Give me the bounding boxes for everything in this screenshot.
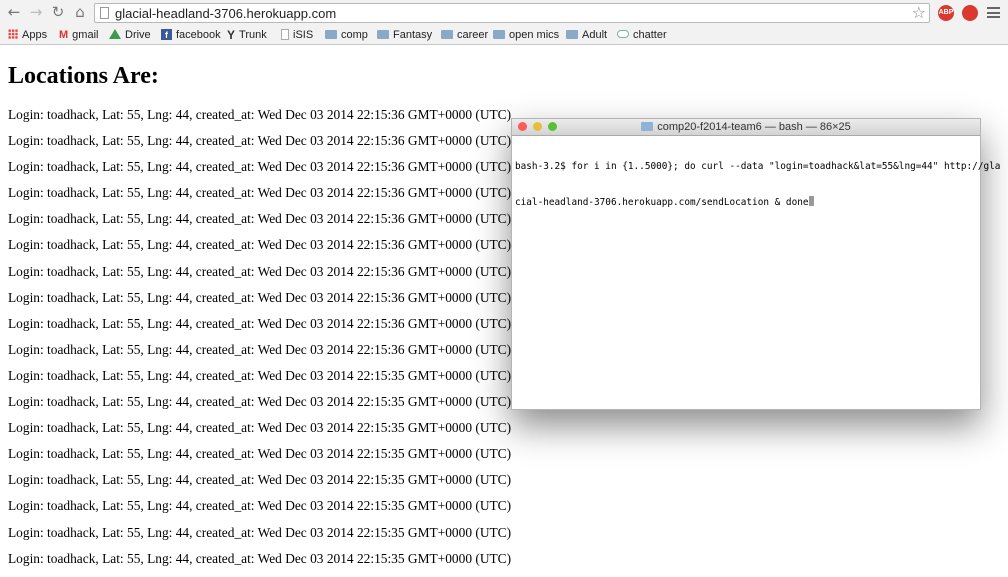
location-entry: Login: toadhack, Lat: 55, Lng: 44, creat… xyxy=(8,394,512,410)
bookmark-item[interactable]: f facebook xyxy=(161,27,221,43)
bookmark-item[interactable]: Mgmail xyxy=(59,27,98,43)
reload-icon[interactable]: ↻ xyxy=(50,4,66,20)
folder-icon xyxy=(325,29,337,39)
gmail-icon: M xyxy=(59,29,69,42)
location-entry: Login: toadhack, Lat: 55, Lng: 44, creat… xyxy=(8,341,512,357)
folder-icon xyxy=(377,29,389,39)
adblock-plus-icon[interactable]: ABP xyxy=(938,5,954,21)
bookmark-item[interactable]: career xyxy=(441,27,488,43)
bookmark-item[interactable]: Adult xyxy=(566,27,607,43)
folder-icon xyxy=(641,121,654,131)
location-entry: Login: toadhack, Lat: 55, Lng: 44, creat… xyxy=(8,472,512,488)
terminal-title-text: comp20-f2014-team6 — bash — 86×25 xyxy=(657,121,851,133)
bookmarks-bar: Apps Mgmail Drive f facebook Y Trunk iSIS comp Fa… xyxy=(0,25,1008,45)
bookmark-label: open mics xyxy=(509,29,560,41)
location-entry: Login: toadhack, Lat: 55, Lng: 44, creat… xyxy=(8,524,512,540)
terminal-line: bash-3.2$ for i in {1..5000}; do curl --… xyxy=(515,161,1001,172)
terminal-title: comp20-f2014-team6 — bash — 86×25 xyxy=(512,120,980,134)
bookmark-label: gmail xyxy=(72,29,99,41)
folder-icon xyxy=(566,29,578,39)
folder-icon xyxy=(493,29,505,39)
location-entry: Login: toadhack, Lat: 55, Lng: 44, creat… xyxy=(8,420,512,436)
location-entry: Login: toadhack, Lat: 55, Lng: 44, creat… xyxy=(8,211,512,227)
location-entry: Login: toadhack, Lat: 55, Lng: 44, creat… xyxy=(8,185,512,201)
page-icon xyxy=(281,28,289,40)
forward-arrow-icon[interactable]: → xyxy=(28,4,44,20)
bookmark-item[interactable]: Drive xyxy=(109,27,151,43)
bookmark-label: Trunk xyxy=(239,29,267,41)
bookmark-item[interactable]: comp xyxy=(325,27,368,43)
folder-icon xyxy=(441,29,453,39)
back-arrow-icon[interactable]: ← xyxy=(6,4,22,20)
location-entry: Login: toadhack, Lat: 55, Lng: 44, creat… xyxy=(8,263,512,279)
bookmark-label: Apps xyxy=(22,29,48,41)
location-entry: Login: toadhack, Lat: 55, Lng: 44, creat… xyxy=(8,107,512,122)
location-entry: Login: toadhack, Lat: 55, Lng: 44, creat… xyxy=(8,315,512,331)
location-entry: Login: toadhack, Lat: 55, Lng: 44, creat… xyxy=(8,133,512,149)
bookmark-item[interactable]: chatter xyxy=(617,27,667,43)
browser-toolbar: ← → ↻ ⌂ glacial-headland-3706.herokuapp.… xyxy=(0,0,1008,25)
location-list: Login: toadhack, Lat: 55, Lng: 44, creat… xyxy=(8,107,511,577)
bookmark-item[interactable]: Apps xyxy=(8,27,47,43)
bookmark-label: facebook xyxy=(176,29,221,41)
location-entry: Login: toadhack, Lat: 55, Lng: 44, creat… xyxy=(8,367,512,383)
menu-icon[interactable] xyxy=(987,7,1000,18)
page-icon xyxy=(100,7,109,19)
home-icon[interactable]: ⌂ xyxy=(72,4,88,20)
location-entry: Login: toadhack, Lat: 55, Lng: 44, creat… xyxy=(8,159,512,175)
terminal-line-last: cial-headland-3706.herokuapp.com/sendLoc… xyxy=(515,195,975,209)
drive-icon xyxy=(109,29,121,40)
terminal-output[interactable]: bash-3.2$ for i in {1..5000}; do curl --… xyxy=(515,138,1001,231)
apps-grid-icon xyxy=(8,29,18,40)
cursor xyxy=(808,195,814,206)
bookmark-star-icon[interactable]: ☆ xyxy=(912,4,926,22)
bookmark-label: iSIS xyxy=(293,29,314,41)
location-entry: Login: toadhack, Lat: 55, Lng: 44, creat… xyxy=(8,289,512,305)
address-bar[interactable]: glacial-headland-3706.herokuapp.com ☆ xyxy=(94,3,930,23)
bookmark-label: comp xyxy=(341,29,368,41)
bookmark-item[interactable]: Y Trunk xyxy=(227,27,267,43)
bookmark-label: career xyxy=(457,29,489,41)
terminal-titlebar[interactable]: comp20-f2014-team6 — bash — 86×25 xyxy=(512,119,980,136)
bookmark-label: chatter xyxy=(633,29,667,41)
trunk-icon: Y xyxy=(227,28,236,43)
bookmark-label: Drive xyxy=(125,29,151,41)
terminal-window[interactable]: comp20-f2014-team6 — bash — 86×25 bash-3… xyxy=(511,118,1001,410)
location-entry: Login: toadhack, Lat: 55, Lng: 44, creat… xyxy=(8,498,512,514)
bookmark-label: Adult xyxy=(582,29,608,41)
location-entry: Login: toadhack, Lat: 55, Lng: 44, creat… xyxy=(8,446,512,462)
url-text[interactable]: glacial-headland-3706.herokuapp.com xyxy=(115,5,336,22)
page-title: Locations Are: xyxy=(8,63,159,89)
extension-icon[interactable] xyxy=(962,5,978,21)
bookmark-label: Fantasy xyxy=(393,29,433,41)
facebook-icon: f xyxy=(161,28,172,40)
bookmark-item[interactable]: Fantasy xyxy=(377,27,432,43)
bookmark-item[interactable]: open mics xyxy=(493,27,559,43)
location-entry: Login: toadhack, Lat: 55, Lng: 44, creat… xyxy=(8,237,512,253)
cloud-icon xyxy=(617,30,629,39)
location-entry: Login: toadhack, Lat: 55, Lng: 44, creat… xyxy=(8,550,512,566)
bookmark-item[interactable]: iSIS xyxy=(281,27,313,43)
terminal-line: cial-headland-3706.herokuapp.com/sendLoc… xyxy=(515,196,809,208)
